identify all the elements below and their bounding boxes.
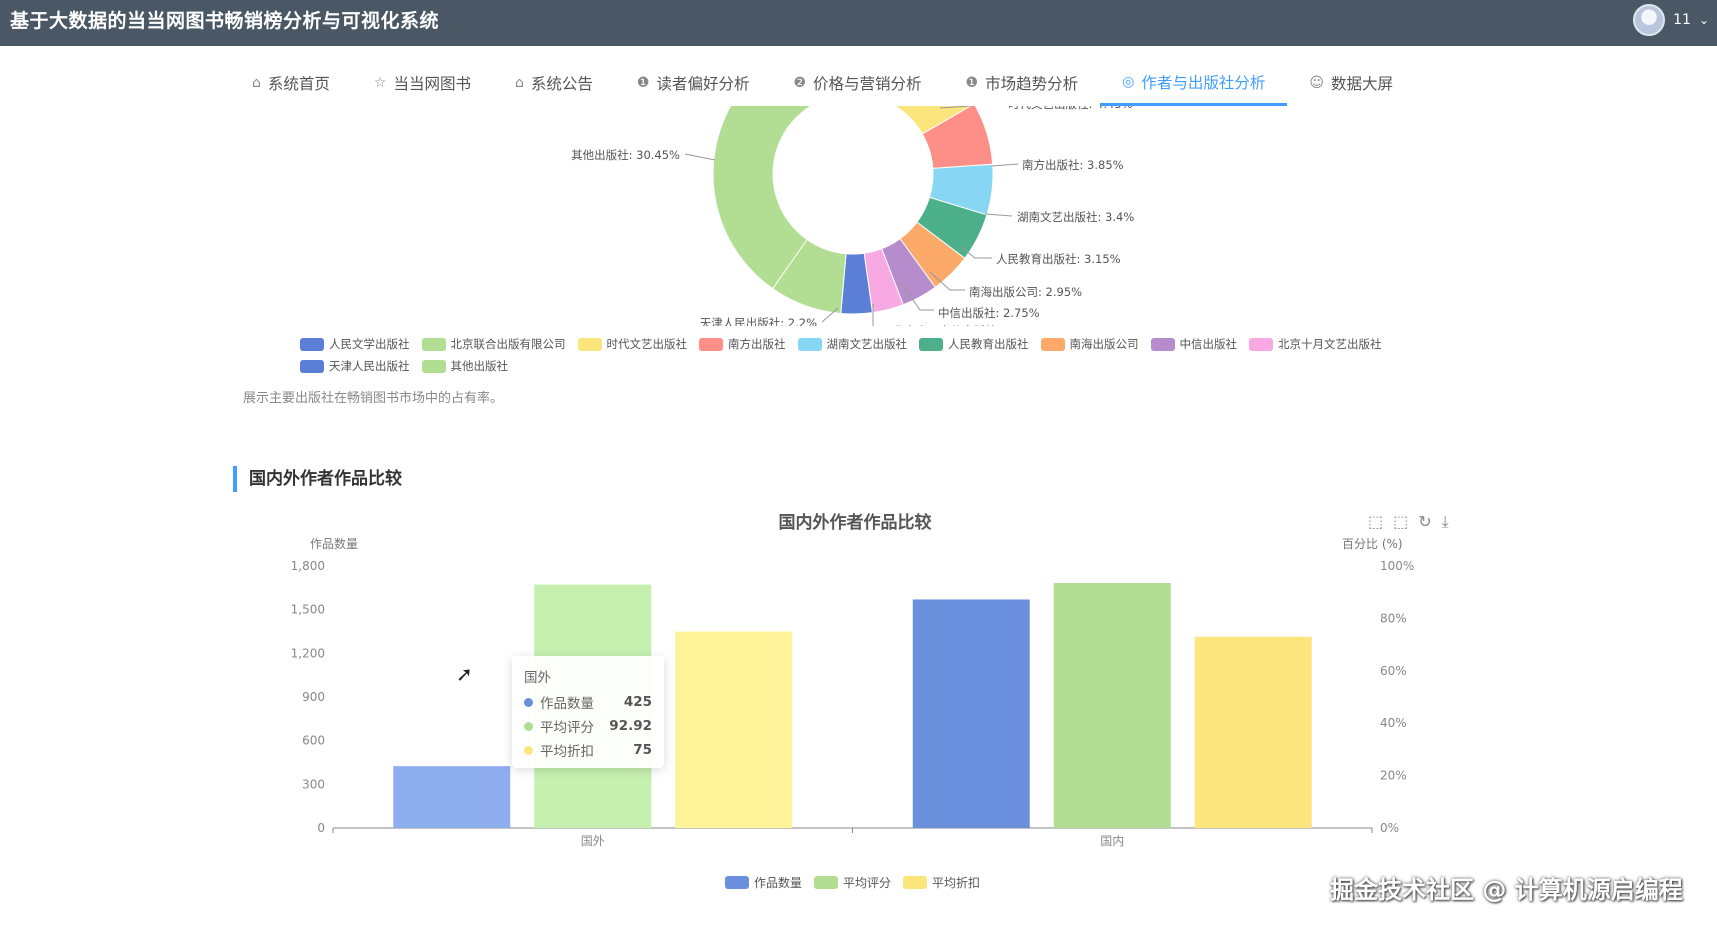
tooltip-value: 92.92 [609,718,652,734]
bar-平均评分[interactable] [1053,583,1171,828]
y-tick-right: 80% [1380,611,1407,625]
y-tick-right: 0% [1380,821,1399,835]
y-axis-left-label: 作品数量 [310,536,358,551]
y-tick-left: 600 [302,734,325,748]
legend-swatch [814,876,839,889]
tooltip-name: 作品数量 [540,696,594,712]
y-tick-left: 1,800 [291,559,325,573]
mouse-cursor-icon: ➚ [456,662,473,686]
bar-平均折扣[interactable] [675,631,793,829]
author-bar-chart: 作品数量 百分比 (%) 0 300 600 900 1,200 1,500 1,800 0% 20… [291,536,1415,848]
tooltip-name: 平均评分 [540,720,594,736]
bar-平均折扣[interactable] [1194,636,1312,828]
y-tick-right: 20% [1380,769,1407,783]
x-tick-label: 国外 [581,834,605,848]
bar-legend-item[interactable]: 平均折扣 [903,874,980,891]
bar-legend-item[interactable]: 平均评分 [814,874,891,891]
chart-tooltip: 国外 作品数量 425 平均评分 92.92 平均折扣 75 [512,656,664,768]
tooltip-value: 75 [633,742,652,758]
tooltip-value: 425 [623,694,652,710]
tooltip-name: 平均折扣 [540,744,594,760]
y-tick-left: 1,200 [291,646,325,660]
legend-swatch [725,876,749,889]
y-tick-left: 900 [302,690,325,704]
bar-legend: 作品数量 平均评分 平均折扣 [725,874,980,891]
legend-swatch [903,876,928,889]
watermark: 掘金技术社区 @ 计算机源启编程 [1330,876,1683,904]
tooltip-dot [524,697,533,707]
y-tick-left: 0 [317,821,325,835]
tooltip-dot [524,745,533,755]
tooltip-row: 平均评分 92.92 [524,714,652,738]
y-tick-right: 100% [1380,559,1414,573]
tooltip-row: 平均折扣 75 [524,738,652,762]
y-tick-right: 60% [1380,664,1407,678]
legend-label: 作品数量 [754,876,803,890]
y-tick-left: 1,500 [291,603,325,617]
legend-label: 平均评分 [843,876,892,890]
bar-legend-item[interactable]: 作品数量 [725,874,802,891]
y-tick-right: 40% [1380,716,1407,730]
legend-label: 平均折扣 [932,876,981,890]
tooltip-dot [524,721,533,731]
bar-作品数量[interactable] [393,766,511,828]
y-tick-left: 300 [302,777,325,791]
tooltip-title: 国外 [524,670,551,686]
tooltip-row: 作品数量 425 [524,690,652,714]
bar-作品数量[interactable] [912,599,1030,828]
y-axis-right-label: 百分比 (%) [1342,537,1403,551]
x-tick-label: 国内 [1100,834,1124,848]
